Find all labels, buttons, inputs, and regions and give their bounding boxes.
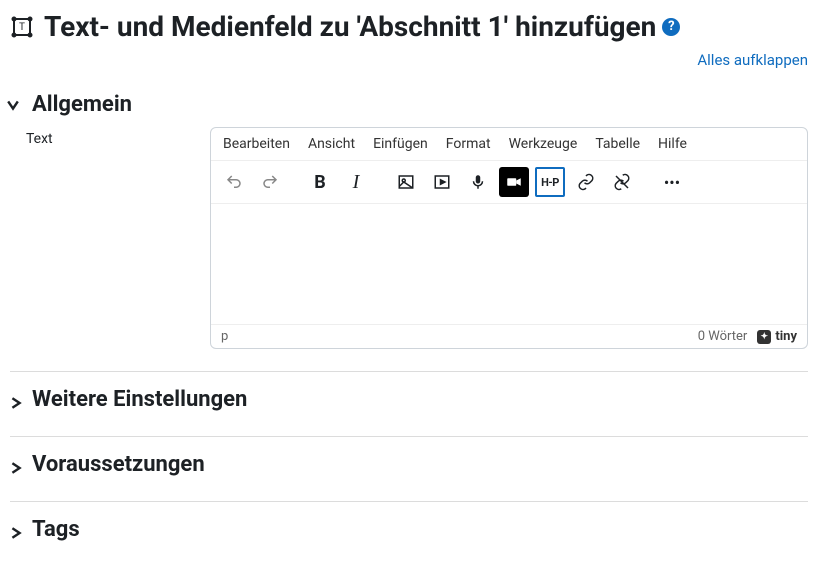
section-general-body: Text Bearbeiten Ansicht Einfügen Format … [10,127,808,349]
media-play-icon[interactable] [427,167,457,197]
menu-view[interactable]: Ansicht [308,136,355,152]
svg-text:T: T [19,22,25,33]
chevron-right-icon [10,524,22,536]
editor-statusbar: p 0 Wörter ✦ tiny [211,324,807,348]
section-further-title: Weitere Einstellungen [32,387,247,412]
page-heading: Text- und Medienfeld zu 'Abschnitt 1' hi… [44,10,680,43]
microphone-icon[interactable] [463,167,493,197]
section-general: Allgemein Text Bearbeiten Ansicht Einfüg… [10,77,808,353]
unlink-icon[interactable] [607,167,637,197]
section-tags-title: Tags [32,517,80,542]
undo-icon[interactable] [219,167,249,197]
section-tags-header[interactable]: Tags [10,507,808,552]
video-camera-icon[interactable] [499,167,529,197]
redo-icon[interactable] [255,167,285,197]
section-further: Weitere Einstellungen [10,372,808,437]
editor-menubar: Bearbeiten Ansicht Einfügen Format Werkz… [211,128,807,161]
topbar: Alles aufklappen [10,51,808,69]
chevron-right-icon [10,459,22,471]
section-prereq-header[interactable]: Voraussetzungen [10,442,808,487]
chevron-down-icon [10,99,22,111]
module-label-icon: T [10,15,34,39]
h5p-button[interactable]: H-P [535,167,565,197]
section-prereq: Voraussetzungen [10,437,808,502]
more-icon[interactable]: ••• [657,167,687,197]
tiny-label: tiny [775,329,797,344]
link-icon[interactable] [571,167,601,197]
section-further-header[interactable]: Weitere Einstellungen [10,377,808,422]
bold-button[interactable]: B [305,167,335,197]
chevron-right-icon [10,394,22,406]
rich-text-editor: Bearbeiten Ansicht Einfügen Format Werkz… [210,127,808,349]
expand-all-link[interactable]: Alles aufklappen [697,51,808,69]
italic-button[interactable]: I [341,167,371,197]
editor-element-path[interactable]: p [221,329,228,344]
section-general-title: Allgemein [32,92,132,117]
menu-tools[interactable]: Werkzeuge [509,136,578,152]
menu-insert[interactable]: Einfügen [373,136,428,152]
editor-toolbar: B I H-P [211,161,807,204]
tiny-branding[interactable]: ✦ tiny [757,329,797,344]
menu-help[interactable]: Hilfe [658,136,687,152]
help-icon[interactable]: ? [662,18,680,36]
menu-table[interactable]: Tabelle [595,136,640,152]
image-icon[interactable] [391,167,421,197]
menu-format[interactable]: Format [446,136,491,152]
page-title-row: T Text- und Medienfeld zu 'Abschnitt 1' … [10,10,808,43]
tiny-logo-icon: ✦ [757,330,771,344]
word-count: 0 Wörter [698,329,748,344]
menu-edit[interactable]: Bearbeiten [223,136,290,152]
section-prereq-title: Voraussetzungen [32,452,205,477]
section-general-header[interactable]: Allgemein [10,82,808,127]
editor-content-area[interactable] [211,204,807,324]
page-title-text: Text- und Medienfeld zu 'Abschnitt 1' hi… [44,10,656,43]
field-label-text: Text [10,127,190,349]
section-tags: Tags [10,502,808,556]
